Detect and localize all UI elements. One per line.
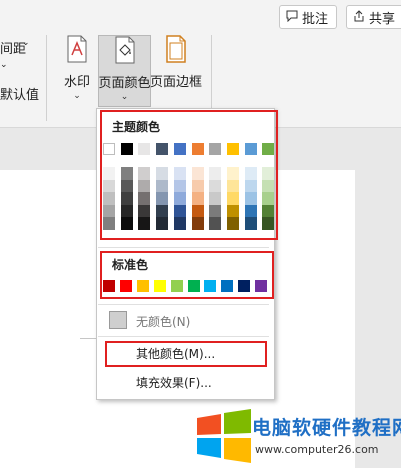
logo-url: www.computer26.com — [255, 443, 379, 456]
highlight-box-theme — [100, 110, 278, 240]
set-default-label[interactable]: 默认值 — [0, 84, 39, 103]
chevron-down-icon: ⌄ — [22, 38, 30, 48]
page-color-button[interactable]: 页面颜色 ⌄ — [98, 35, 151, 107]
chevron-down-icon: ⌄ — [0, 60, 8, 70]
fill-effects-item[interactable]: 填充效果(F)... — [136, 374, 212, 391]
watermark-label: 水印 — [63, 75, 90, 90]
no-color-swatch — [109, 311, 127, 329]
menu-separator — [98, 247, 269, 248]
share-icon — [353, 9, 365, 25]
menu-separator — [98, 336, 269, 337]
paint-bucket-icon — [113, 36, 137, 68]
share-label: 共享 — [369, 11, 396, 27]
highlight-box-standard — [100, 251, 274, 299]
highlight-box-more-colors — [105, 341, 267, 367]
menu-separator — [98, 304, 269, 305]
watermark-icon — [66, 35, 88, 67]
share-button[interactable]: 共享 — [346, 5, 401, 29]
page-border-label: 页面边框 — [150, 75, 203, 90]
windows-logo-icon — [197, 409, 251, 463]
comment-icon — [286, 10, 298, 25]
chevron-down-icon: ⌄ — [73, 91, 81, 101]
ribbon-separator — [46, 35, 47, 121]
comment-button[interactable]: 批注 — [279, 5, 337, 29]
page-border-icon — [165, 35, 187, 67]
page-border-button[interactable]: 页面边框 — [150, 35, 203, 105]
watermark-button[interactable]: 水印 ⌄ — [60, 35, 94, 105]
chevron-down-icon: ⌄ — [120, 92, 129, 102]
comment-label: 批注 — [302, 11, 329, 27]
logo-title: 电脑软硬件教程网 — [252, 417, 401, 439]
no-color-item[interactable]: 无颜色(N) — [136, 313, 190, 330]
page-color-label: 页面颜色 — [98, 76, 151, 91]
